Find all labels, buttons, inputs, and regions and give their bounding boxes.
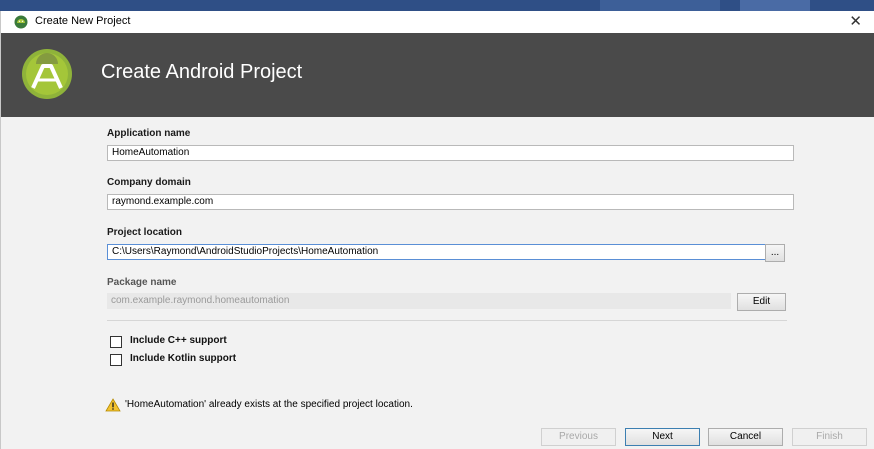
- background-window-strip: [0, 0, 874, 11]
- android-studio-icon: [14, 15, 28, 29]
- include-kotlin-label: Include Kotlin support: [130, 353, 237, 364]
- package-name-label: Package name: [107, 277, 177, 288]
- header-banner: Create Android Project: [1, 33, 874, 117]
- close-icon[interactable]: ✕: [849, 12, 862, 30]
- package-name-field: com.example.raymond.homeautomation: [107, 293, 731, 309]
- window-title: Create New Project: [35, 15, 131, 27]
- browse-button[interactable]: ...: [765, 244, 785, 262]
- edit-package-button[interactable]: Edit: [737, 293, 786, 311]
- include-cpp-label: Include C++ support: [130, 335, 227, 346]
- include-kotlin-checkbox[interactable]: [110, 354, 122, 366]
- divider: [107, 320, 787, 321]
- title-bar: Create New Project ✕: [1, 11, 874, 33]
- warning-icon: [105, 398, 121, 412]
- project-location-field[interactable]: C:\Users\Raymond\AndroidStudioProjects\H…: [107, 244, 766, 260]
- background-strip-segment: [740, 0, 810, 11]
- warning-message: 'HomeAutomation' already exists at the s…: [125, 399, 413, 410]
- company-domain-label: Company domain: [107, 177, 191, 188]
- finish-button[interactable]: Finish: [792, 428, 867, 446]
- next-button[interactable]: Next: [625, 428, 700, 446]
- project-location-label: Project location: [107, 227, 183, 238]
- include-cpp-checkbox[interactable]: [110, 336, 122, 348]
- create-project-dialog: Create New Project ✕ Create Android Proj…: [0, 11, 874, 449]
- background-strip-segment: [600, 0, 720, 11]
- page-title: Create Android Project: [101, 61, 303, 83]
- application-name-label: Application name: [107, 128, 191, 139]
- android-studio-logo-icon: [22, 49, 72, 99]
- previous-button[interactable]: Previous: [541, 428, 616, 446]
- application-name-field[interactable]: HomeAutomation: [107, 145, 794, 161]
- company-domain-field[interactable]: raymond.example.com: [107, 194, 794, 210]
- cancel-button[interactable]: Cancel: [708, 428, 783, 446]
